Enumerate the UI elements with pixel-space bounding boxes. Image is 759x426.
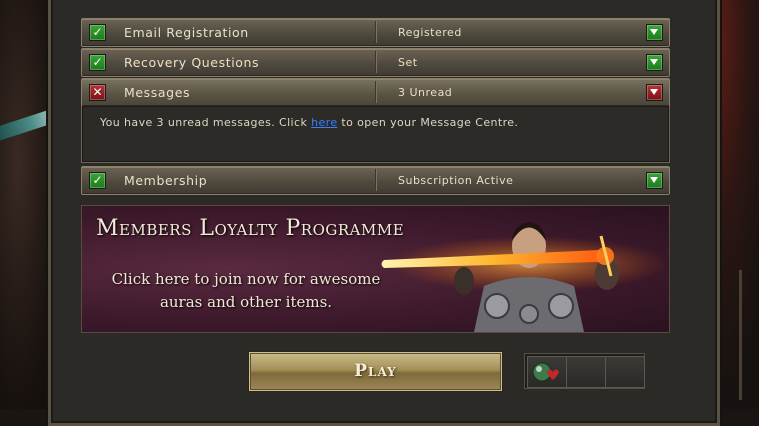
row-membership[interactable]: ✓ Membership Subscription Active (81, 166, 670, 195)
row-label: Email Registration (124, 25, 249, 40)
messages-text-before: You have 3 unread messages. Click (100, 116, 312, 129)
message-centre-link[interactable]: here (311, 116, 337, 129)
banner-subtitle-line2: auras and other items. (159, 293, 333, 311)
check-icon: ✓ (89, 54, 106, 71)
row-label: Messages (124, 85, 191, 100)
row-value: Set (398, 56, 418, 69)
messages-text-after: to open your Message Centre. (337, 116, 519, 129)
row-email-registration[interactable]: ✓ Email Registration Registered (81, 18, 670, 47)
check-icon: ✓ (89, 24, 106, 41)
chevron-down-icon[interactable] (646, 54, 663, 71)
banner-title: Members Loyalty Programme (96, 216, 405, 241)
quick-slot[interactable] (527, 356, 567, 388)
row-messages[interactable]: ✕ Messages 3 Unread (81, 78, 670, 107)
row-label: Membership (124, 173, 208, 188)
messages-text: You have 3 unread messages. Click here t… (100, 116, 518, 129)
banner-subtitle: Click here to join now for awesome auras… (96, 268, 396, 314)
cross-icon: ✕ (89, 84, 106, 101)
chevron-down-icon[interactable] (646, 84, 663, 101)
chevron-down-icon[interactable] (646, 24, 663, 41)
banner-subtitle-line1: Click here to join now for awesome (111, 270, 381, 288)
divider (375, 51, 376, 73)
play-button[interactable]: Play (249, 352, 502, 391)
loyalty-banner[interactable]: Members Loyalty Programme Click here to … (81, 205, 670, 333)
row-value: 3 Unread (398, 86, 453, 99)
aura-orb-icon (532, 362, 559, 382)
row-value: Subscription Active (398, 174, 514, 187)
armored-warrior-illustration (381, 222, 669, 332)
quick-slot-tray (524, 353, 645, 389)
row-value: Registered (398, 26, 462, 39)
divider (375, 169, 376, 191)
row-label: Recovery Questions (124, 55, 260, 70)
row-recovery-questions[interactable]: ✓ Recovery Questions Set (81, 48, 670, 77)
quick-slot[interactable] (566, 356, 606, 388)
divider (375, 21, 376, 43)
quick-slot[interactable] (605, 356, 645, 388)
chevron-down-icon[interactable] (646, 172, 663, 189)
spear-decoration (739, 270, 742, 400)
check-icon: ✓ (89, 172, 106, 189)
messages-panel: You have 3 unread messages. Click here t… (81, 106, 670, 163)
divider (375, 81, 376, 103)
